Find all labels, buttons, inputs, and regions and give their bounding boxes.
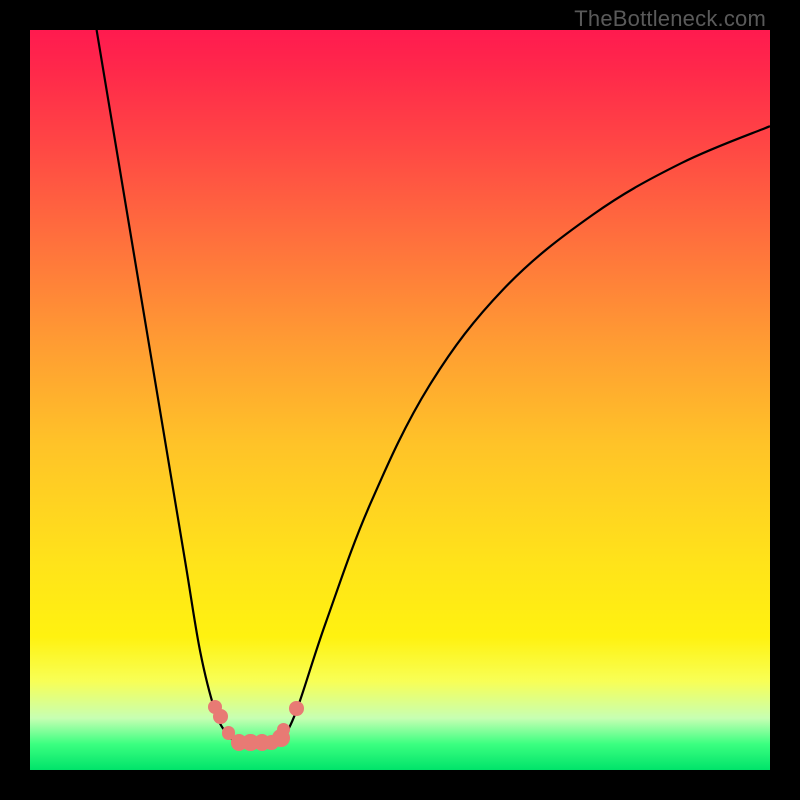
data-marker: [213, 709, 228, 724]
watermark-text: TheBottleneck.com: [574, 6, 766, 32]
chart-frame: TheBottleneck.com: [0, 0, 800, 800]
plot-area: [30, 30, 770, 770]
data-marker: [289, 701, 304, 716]
bottleneck-curve: [30, 30, 770, 770]
